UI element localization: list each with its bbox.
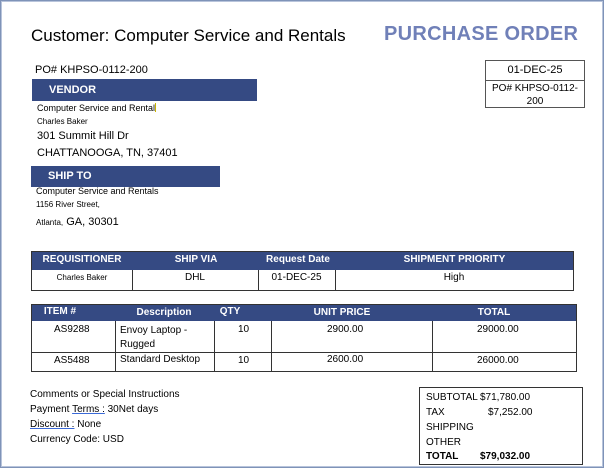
document-title: PURCHASE ORDER: [384, 23, 579, 45]
header-request-date: Request Date: [266, 254, 330, 265]
ship-to-street: 1156 River Street,: [36, 200, 100, 209]
tax-label: TAX: [426, 407, 445, 418]
cell-item: AS9288: [54, 324, 90, 335]
vendor-company: Computer Service and Rental: [37, 103, 157, 113]
shipping-table: REQUISITIONER SHIP VIA Request Date SHIP…: [31, 251, 574, 291]
cell-shipment-priority: High: [443, 272, 465, 283]
vendor-street: 301 Summit Hill Dr: [37, 130, 129, 142]
table-row: AS5488 Standard Desktop 10 2600.00 26000…: [32, 353, 576, 371]
cell-item: AS5488: [54, 355, 90, 366]
total-value: $79,032.00: [480, 451, 531, 462]
discount-word: Discount :: [30, 419, 75, 430]
po-box-number: PO# KHPSO-0112- 200: [486, 81, 584, 108]
text-cursor-mark: [155, 103, 157, 112]
table-row: AS9288 Envoy Laptop - Rugged 10 2900.00 …: [32, 322, 576, 352]
header-total: TOTAL: [477, 307, 511, 318]
terms-value: 30Net days: [104, 404, 159, 415]
terms-word: Terms :: [72, 404, 105, 415]
totals-box: SUBTOTAL $71,780.00 TAX $7,252.00 SHIPPI…: [419, 387, 583, 465]
payment-terms: Payment Terms : 30Net days: [30, 404, 158, 415]
cell-unit-price: 2600.00: [327, 354, 364, 365]
header-description: Description: [136, 307, 192, 318]
cell-qty: 10: [238, 355, 250, 366]
po-box-line-1: PO# KHPSO-0112-: [492, 83, 578, 94]
customer-heading: Customer: Computer Service and Rentals: [31, 26, 346, 45]
header-ship-via: SHIP VIA: [174, 254, 218, 265]
cell-request-date: 01-DEC-25: [271, 272, 322, 283]
comments-label: Comments or Special Instructions: [30, 389, 180, 400]
discount-value: None: [74, 419, 102, 430]
ship-to-city: Atlanta, GA, 30301: [36, 212, 119, 230]
tax-value: $7,252.00: [488, 407, 533, 418]
other-label: OTHER: [426, 437, 461, 448]
header-requisitioner: REQUISITIONER: [42, 254, 122, 265]
terms-label: Payment: [30, 404, 73, 415]
cell-description: Envoy Laptop - Rugged: [120, 324, 187, 352]
header-qty: QTY: [219, 306, 241, 317]
description-line-1: Envoy Laptop -: [120, 325, 188, 336]
po-number: PO# KHPSO-0112-200: [35, 64, 148, 76]
order-date: 01-DEC-25: [486, 61, 584, 81]
description-line-2: Rugged: [120, 339, 156, 350]
discount: Discount : None: [30, 419, 101, 430]
total-label: TOTAL: [426, 451, 459, 462]
cell-total: 29000.00: [477, 324, 519, 335]
shipping-table-header: REQUISITIONER SHIP VIA Request Date SHIP…: [32, 252, 573, 270]
items-table-header: ITEM # Description QTY UNIT PRICE TOTAL: [32, 305, 576, 321]
ship-to-state-zip: GA, 30301: [63, 216, 119, 228]
cell-qty: 10: [238, 324, 250, 335]
ship-to-city-name: Atlanta,: [36, 218, 64, 227]
vendor-contact: Charles Baker: [37, 117, 88, 126]
cell-total: 26000.00: [477, 355, 519, 366]
header-unit-price: UNIT PRICE: [313, 307, 371, 318]
purchase-order-page: Customer: Computer Service and Rentals P…: [0, 0, 604, 468]
cell-ship-via: DHL: [184, 272, 205, 283]
cell-unit-price: 2900.00: [327, 324, 364, 335]
subtotal-label: SUBTOTAL: [426, 392, 478, 403]
subtotal-value: $71,780.00: [480, 392, 531, 403]
currency-code: Currency Code: USD: [30, 434, 124, 445]
cell-description: Standard Desktop: [120, 354, 201, 365]
vendor-company-text: Computer Service and Rental: [37, 103, 156, 113]
vendor-banner: VENDOR: [32, 79, 257, 101]
header-shipment-priority: SHIPMENT PRIORITY: [403, 254, 506, 265]
ship-to-company: Computer Service and Rentals: [36, 186, 159, 196]
date-po-box: 01-DEC-25 PO# KHPSO-0112- 200: [485, 60, 585, 108]
items-table: ITEM # Description QTY UNIT PRICE TOTAL …: [31, 304, 577, 372]
header-item: ITEM #: [43, 306, 77, 317]
shipping-label: SHIPPING: [426, 422, 474, 433]
vendor-city: CHATTANOOGA, TN, 37401: [37, 147, 178, 159]
cell-requisitioner: Charles Baker: [56, 273, 108, 282]
po-box-line-2: 200: [526, 96, 544, 107]
ship-to-banner: SHIP TO: [31, 166, 220, 187]
